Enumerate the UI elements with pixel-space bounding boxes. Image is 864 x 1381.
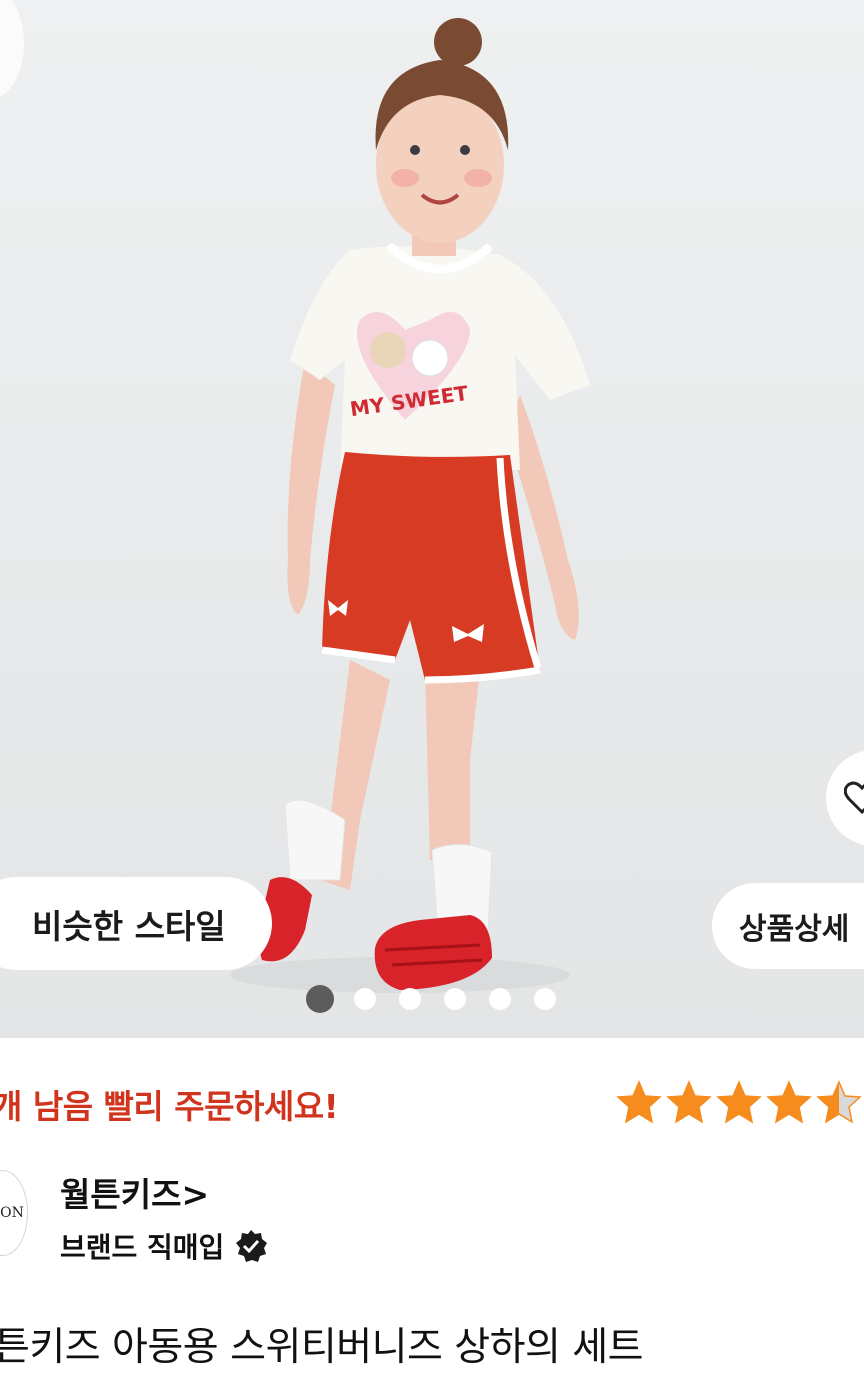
carousel-indicator bbox=[0, 985, 864, 1014]
star-icon bbox=[716, 1080, 762, 1124]
product-title: 튼키즈 아동용 스위티버니즈 상하의 세트 bbox=[0, 1325, 644, 1370]
similar-style-label: 비슷한 스타일 bbox=[32, 906, 226, 946]
carousel-dot[interactable] bbox=[444, 988, 466, 1010]
similar-style-button[interactable]: 비슷한 스타일 bbox=[0, 877, 272, 970]
carousel-dot[interactable] bbox=[306, 985, 334, 1013]
brand-badge-label: 브랜드 직매입 bbox=[60, 1231, 225, 1264]
carousel-dot[interactable] bbox=[354, 988, 376, 1010]
carousel-dot[interactable] bbox=[399, 988, 421, 1010]
brand-name-link[interactable]: 월튼키즈> bbox=[60, 1168, 209, 1216]
product-image-carousel[interactable]: MY SWEET 비슷한 스타일 상품상세 bbox=[0, 0, 864, 1038]
product-detail-button[interactable]: 상품상세 bbox=[712, 883, 864, 969]
carousel-dot[interactable] bbox=[489, 988, 511, 1010]
star-icon bbox=[766, 1080, 812, 1124]
brand-logo-text: ON bbox=[0, 1205, 24, 1221]
brand-direct-badge: 브랜드 직매입 bbox=[60, 1226, 268, 1266]
product-detail-label: 상품상세 bbox=[739, 912, 850, 947]
brand-logo[interactable]: ON bbox=[0, 1170, 28, 1256]
rating-stars[interactable] bbox=[616, 1075, 864, 1129]
verified-check-icon bbox=[236, 1230, 268, 1262]
star-icon bbox=[616, 1080, 662, 1124]
star-icon bbox=[816, 1080, 862, 1124]
carousel-dot[interactable] bbox=[534, 988, 556, 1010]
heart-icon bbox=[844, 781, 864, 815]
star-icon bbox=[666, 1080, 712, 1124]
stock-warning: 개 남음 빨리 주문하세요! bbox=[0, 1087, 339, 1126]
